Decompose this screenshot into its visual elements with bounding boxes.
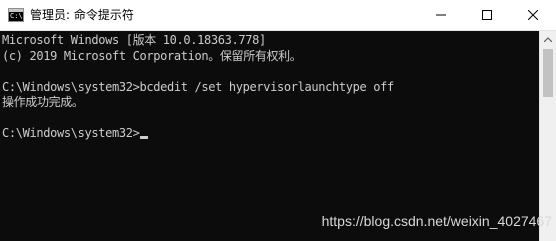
watermark-text: https://blog.csdn.net/weixin_4027467	[321, 213, 552, 229]
minimize-icon	[436, 14, 446, 16]
console-line: Microsoft Windows [版本 10.0.18363.778]	[2, 33, 266, 47]
close-icon	[528, 10, 538, 20]
scroll-up-button[interactable]	[540, 31, 556, 48]
maximize-icon	[482, 10, 492, 20]
cmd-icon[interactable]: C:\	[8, 8, 24, 22]
window-title: 管理员: 命令提示符	[30, 8, 134, 22]
prompt-text: C:\Windows\system32>	[2, 126, 140, 140]
scrollbar-thumb[interactable]	[543, 49, 553, 97]
console-line: 操作成功完成。	[2, 95, 84, 109]
chevron-up-icon	[544, 37, 552, 42]
close-button[interactable]	[510, 0, 556, 30]
cmd-icon-text: C:\	[10, 12, 23, 20]
title-bar[interactable]: C:\ 管理员: 命令提示符	[0, 0, 556, 31]
console-prompt-line[interactable]: C:\Windows\system32>	[2, 126, 539, 142]
console-output[interactable]: Microsoft Windows [版本 10.0.18363.778] (c…	[0, 31, 539, 241]
command-prompt-window: C:\ 管理员: 命令提示符 Microsoft Windows [版本 10.…	[0, 0, 556, 241]
console-line: C:\Windows\system32>bcdedit /set hypervi…	[2, 79, 394, 94]
console-line: (c) 2019 Microsoft Corporation。保留所有权利。	[2, 48, 302, 63]
vertical-scrollbar[interactable]	[539, 31, 556, 241]
minimize-button[interactable]	[418, 0, 464, 30]
text-cursor	[139, 136, 148, 139]
maximize-button[interactable]	[464, 0, 510, 30]
